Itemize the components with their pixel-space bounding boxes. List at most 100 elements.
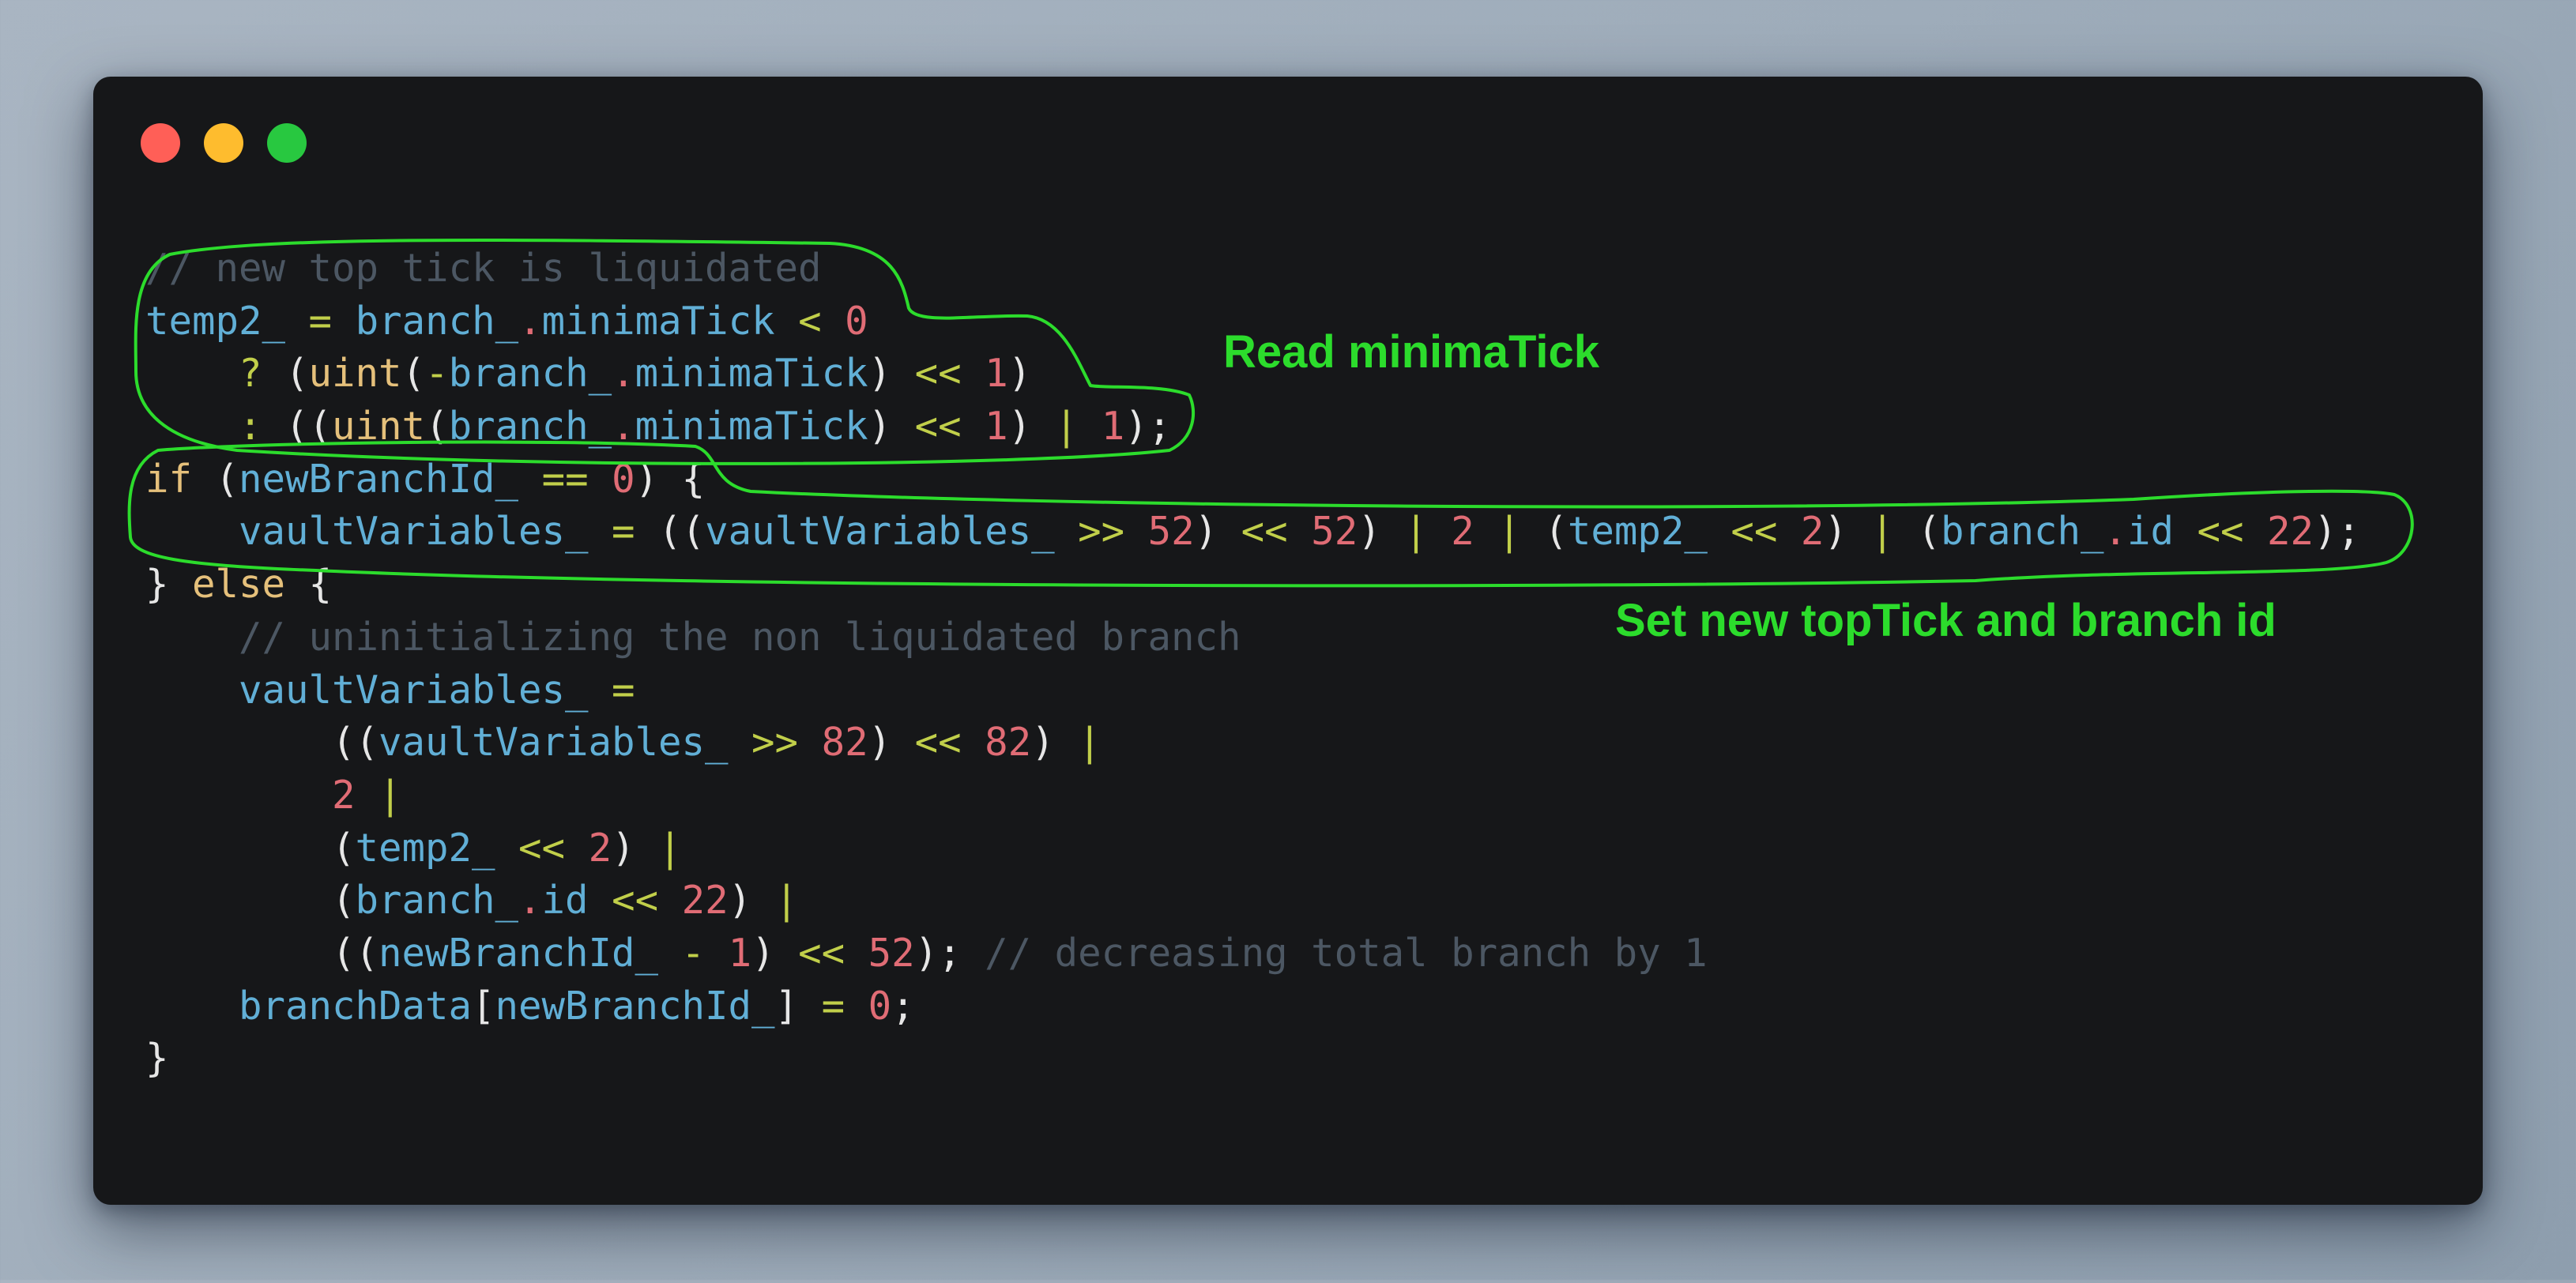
code-token-num: 52 <box>1147 509 1195 555</box>
code-token-punct <box>332 299 356 344</box>
code-token-num: . <box>518 878 542 924</box>
code-token-num: 1 <box>728 930 752 976</box>
minimize-window-button[interactable] <box>204 123 243 163</box>
code-token-punct: ) <box>1194 509 1241 555</box>
code-token-op: = <box>612 667 635 713</box>
code-token-punct <box>775 299 799 344</box>
code-token-fn: uint <box>308 351 402 397</box>
code-token-punct: ] <box>774 983 822 1029</box>
code-token-punct: ); <box>1124 404 1172 450</box>
code-token-op: << <box>612 878 659 924</box>
code-token-ident: branchData <box>239 983 473 1029</box>
code-token-punct: ) <box>1031 720 1079 766</box>
code-token-ident: branch_ <box>448 404 612 450</box>
code-token-punct <box>962 720 985 765</box>
code-token-kw: if <box>145 456 193 502</box>
code-line: } <box>145 1033 2360 1085</box>
code-token-punct <box>145 351 239 396</box>
code-token-punct <box>2244 509 2268 554</box>
code-token-op: << <box>1731 509 1778 555</box>
code-token-punct <box>845 984 868 1029</box>
code-token-punct <box>1428 509 1452 554</box>
code-token-num: 0 <box>868 983 892 1029</box>
code-line: 2 | <box>145 769 2360 822</box>
code-token-op: ? <box>239 351 262 397</box>
code-token-punct <box>145 984 239 1029</box>
code-token-op: = <box>308 298 333 344</box>
code-token-comment: // new top tick is liquidated <box>145 246 822 291</box>
code-token-op: << <box>914 720 962 766</box>
code-token-op: - <box>681 930 706 976</box>
code-token-punct <box>1288 509 1312 554</box>
code-token-ident: minimaTick <box>635 351 868 397</box>
code-token-punct <box>2174 509 2198 554</box>
code-token-punct: [ <box>472 983 495 1029</box>
code-token-op: << <box>1241 509 1288 555</box>
code-token-punct: ) <box>728 878 775 924</box>
code-token-ident: temp2_ <box>145 298 286 344</box>
code-token-ident: id <box>541 878 589 924</box>
code-token-num: 82 <box>985 720 1032 766</box>
code-line: if (newBranchId_ == 0) { <box>145 453 2360 506</box>
code-token-punct: (( <box>145 930 379 976</box>
code-token-punct <box>589 457 612 502</box>
code-token-ident: branch_ <box>355 878 519 924</box>
code-token-ident: vaultVariables_ <box>239 667 589 713</box>
code-token-punct: ( <box>401 351 426 397</box>
code-token-punct: ( <box>192 456 239 502</box>
code-token-punct <box>1055 509 1079 554</box>
code-token-punct <box>589 509 612 554</box>
code-token-op: << <box>914 404 962 450</box>
code-token-num: 2 <box>332 772 356 818</box>
code-token-op: | <box>1054 404 1079 450</box>
code-token-num: 2 <box>1800 509 1825 555</box>
code-token-punct: ( <box>1520 509 1568 555</box>
code-token-punct <box>658 931 682 976</box>
code-line: temp2_ = branch_.minimaTick < 0 <box>145 295 2360 348</box>
code-token-punct <box>145 509 239 554</box>
code-token-punct: (( <box>145 720 379 766</box>
code-token-punct <box>822 299 845 344</box>
code-token-num: 2 <box>1451 509 1474 555</box>
code-token-op: = <box>612 509 635 555</box>
code-line: (temp2_ << 2) | <box>145 822 2360 875</box>
code-token-punct: ( <box>145 878 356 924</box>
code-token-op: - <box>425 351 449 397</box>
code-token-op: == <box>541 456 589 502</box>
code-line: (branch_.id << 22) | <box>145 875 2360 927</box>
code-token-op: << <box>2197 509 2244 555</box>
code-token-punct <box>658 878 682 923</box>
code-token-punct <box>729 720 752 765</box>
code-token-num: . <box>2103 509 2127 555</box>
code-token-punct <box>145 773 332 818</box>
code-token-punct: ( <box>1893 509 1941 555</box>
code-token-punct: (( <box>262 404 333 450</box>
zoom-window-button[interactable] <box>267 123 307 163</box>
code-token-punct: { <box>285 562 333 608</box>
code-token-op: << <box>914 351 962 397</box>
code-token-punct <box>145 615 239 660</box>
code-token-punct: ) <box>868 404 915 450</box>
code-token-punct <box>1474 509 1498 554</box>
code-token-punct: (( <box>635 509 706 555</box>
code-token-ident: branch_ <box>1940 509 2104 555</box>
code-token-ident: newBranchId_ <box>495 983 775 1029</box>
code-token-punct <box>145 668 239 713</box>
code-token-punct <box>589 878 612 923</box>
code-token-fn: uint <box>332 404 426 450</box>
code-token-punct: ) <box>612 825 659 871</box>
code-token-punct: ; <box>891 983 915 1029</box>
code-token-punct: ) { <box>635 456 706 502</box>
code-token-ident: id <box>2126 509 2174 555</box>
code-token-punct: ) <box>868 720 915 766</box>
code-token-punct <box>285 299 309 344</box>
close-window-button[interactable] <box>141 123 180 163</box>
code-token-ident: newBranchId_ <box>239 456 519 502</box>
code-token-punct: ); <box>914 930 985 976</box>
code-token-comment: // decreasing total branch by 1 <box>985 930 1708 976</box>
code-line: } else { <box>145 559 2360 611</box>
code-token-punct: ); <box>2314 509 2361 555</box>
code-block: // new top tick is liquidated temp2_ = br… <box>145 243 2360 1085</box>
code-token-op: | <box>658 825 682 871</box>
code-token-punct <box>705 931 729 976</box>
